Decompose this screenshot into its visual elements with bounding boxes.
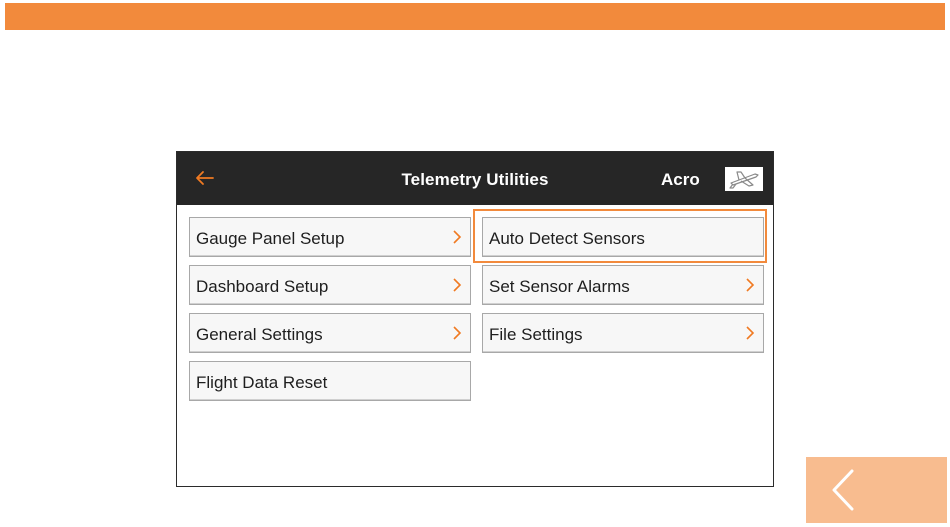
auto-detect-sensors-button[interactable]: Auto Detect Sensors	[482, 217, 764, 257]
model-name: Acro	[661, 170, 700, 189]
file-settings-button[interactable]: File Settings	[482, 313, 764, 353]
general-settings-button[interactable]: General Settings	[189, 313, 471, 353]
dashboard-setup-label: Dashboard Setup	[196, 277, 329, 296]
chevron-right-icon	[452, 277, 462, 293]
chevron-right-icon	[452, 325, 462, 341]
set-sensor-alarms-button[interactable]: Set Sensor Alarms	[482, 265, 764, 305]
dashboard-setup-button[interactable]: Dashboard Setup	[189, 265, 471, 305]
set-sensor-alarms-label: Set Sensor Alarms	[489, 277, 630, 296]
telemetry-utilities-screen: Telemetry Utilities Acro Gauge Panel Set…	[176, 151, 774, 487]
file-settings-label: File Settings	[489, 325, 583, 344]
chevron-right-icon	[745, 325, 755, 341]
auto-detect-sensors-label: Auto Detect Sensors	[489, 229, 645, 248]
previous-page-button[interactable]	[806, 457, 947, 523]
title-bar: Telemetry Utilities Acro	[177, 152, 773, 205]
chevron-right-icon	[745, 277, 755, 293]
gauge-panel-setup-button[interactable]: Gauge Panel Setup	[189, 217, 471, 257]
flight-data-reset-button[interactable]: Flight Data Reset	[189, 361, 471, 401]
flight-data-reset-label: Flight Data Reset	[196, 373, 328, 392]
gauge-panel-setup-label: Gauge Panel Setup	[196, 229, 345, 248]
top-banner	[5, 3, 945, 30]
general-settings-label: General Settings	[196, 325, 323, 344]
airplane-icon	[725, 167, 763, 191]
chevron-right-icon	[452, 229, 462, 245]
chevron-left-icon	[832, 469, 854, 511]
